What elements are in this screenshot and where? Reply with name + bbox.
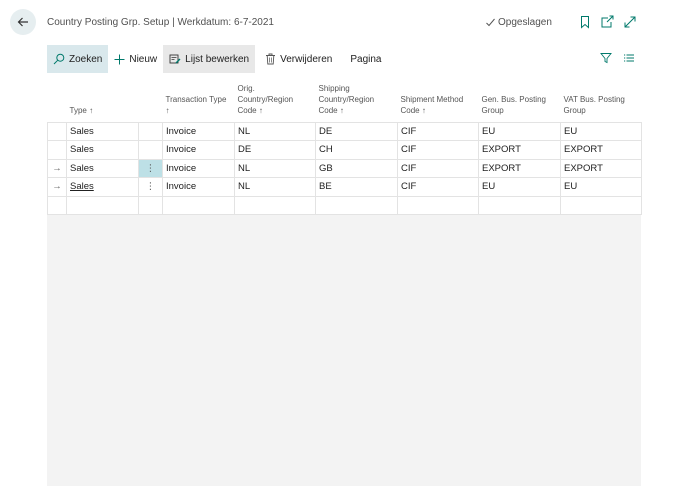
row-actions-button[interactable]: ⋮: [138, 158, 163, 178]
cell-transaction-type[interactable]: Invoice: [162, 177, 235, 197]
row-indicator: [47, 195, 67, 215]
list-view-icon[interactable]: [623, 52, 635, 64]
cell-transaction-type[interactable]: Invoice: [162, 140, 235, 160]
cell-shipment-method[interactable]: [397, 195, 479, 215]
cell-orig-country[interactable]: [234, 195, 316, 215]
column-header-shipment-method[interactable]: Shipment Method Code ↑: [398, 80, 479, 122]
row-actions-button[interactable]: [138, 140, 163, 160]
cell-type[interactable]: Sales: [66, 177, 139, 197]
cell-vat-bus-posting[interactable]: [560, 195, 642, 215]
content-background: [47, 214, 641, 486]
cell-vat-bus-posting[interactable]: EXPORT: [560, 140, 642, 160]
actions-column-header: [139, 80, 163, 122]
cell-vat-bus-posting[interactable]: EXPORT: [560, 158, 642, 178]
bookmark-icon[interactable]: [578, 15, 592, 29]
cell-gen-bus-posting[interactable]: EXPORT: [478, 140, 561, 160]
table-row[interactable]: Sales Invoice NL DE CIF EU EU: [47, 121, 642, 141]
edit-list-icon: [169, 54, 181, 64]
cell-orig-country[interactable]: NL: [234, 158, 316, 178]
trash-icon: [266, 53, 276, 65]
posting-group-table: Type ↑ Transaction Type ↑ Orig. Country/…: [47, 80, 642, 215]
search-icon: [53, 53, 65, 65]
saved-status: Opgeslagen: [485, 17, 552, 28]
indicator-column-header: [48, 80, 67, 122]
cell-shipment-method[interactable]: CIF: [397, 121, 479, 141]
action-bar: Zoeken Nieuw Lijst bewerken Verwijderen …: [47, 45, 641, 73]
cell-type[interactable]: [66, 195, 139, 215]
row-indicator: →: [47, 177, 67, 197]
row-indicator: [47, 140, 67, 160]
page-title: Country Posting Grp. Setup | Werkdatum: …: [47, 17, 274, 28]
row-actions-button[interactable]: [138, 121, 163, 141]
arrow-left-icon: [17, 17, 28, 27]
search-button[interactable]: Zoeken: [47, 45, 109, 73]
cell-type[interactable]: Sales: [66, 121, 139, 141]
expand-icon[interactable]: [623, 15, 637, 29]
column-header-gen-bus-posting[interactable]: Gen. Bus. Posting Group: [479, 80, 561, 122]
share-icon[interactable]: [600, 15, 614, 29]
checkmark-icon: [486, 18, 495, 27]
row-actions-button[interactable]: [138, 195, 163, 215]
cell-gen-bus-posting[interactable]: EU: [478, 121, 561, 141]
cell-orig-country[interactable]: DE: [234, 140, 316, 160]
cell-orig-country[interactable]: NL: [234, 177, 316, 197]
cell-transaction-type[interactable]: Invoice: [162, 121, 235, 141]
table-row[interactable]: → Sales ⋮ Invoice NL BE CIF EU EU: [47, 177, 642, 197]
cell-gen-bus-posting[interactable]: EU: [478, 177, 561, 197]
cell-gen-bus-posting[interactable]: EXPORT: [478, 158, 561, 178]
row-indicator: →: [47, 158, 67, 178]
row-indicator: [47, 121, 67, 141]
cell-shipping-country[interactable]: GB: [315, 158, 398, 178]
delete-button[interactable]: Verwijderen: [259, 45, 338, 73]
cell-shipping-country[interactable]: BE: [315, 177, 398, 197]
cell-gen-bus-posting[interactable]: [478, 195, 561, 215]
filter-icon[interactable]: [600, 52, 612, 64]
new-button[interactable]: Nieuw: [108, 45, 163, 73]
cell-vat-bus-posting[interactable]: EU: [560, 177, 642, 197]
column-header-orig-country[interactable]: Orig. Country/Region Code ↑: [235, 80, 316, 122]
column-header-type[interactable]: Type ↑: [67, 80, 139, 122]
row-actions-button[interactable]: ⋮: [138, 177, 163, 197]
table-row[interactable]: → Sales ⋮ Invoice NL GB CIF EXPORT EXPOR…: [47, 158, 642, 178]
cell-shipping-country[interactable]: CH: [315, 140, 398, 160]
new-row[interactable]: [47, 195, 642, 215]
edit-list-button[interactable]: Lijst bewerken: [163, 45, 256, 73]
cell-orig-country[interactable]: NL: [234, 121, 316, 141]
cell-shipment-method[interactable]: CIF: [397, 158, 479, 178]
column-header-vat-bus-posting[interactable]: VAT Bus. Posting Group: [561, 80, 642, 122]
saved-label: Opgeslagen: [498, 17, 552, 28]
cell-transaction-type[interactable]: Invoice: [162, 158, 235, 178]
page-menu-button[interactable]: Pagina: [344, 45, 387, 73]
plus-icon: [114, 54, 125, 64]
cell-vat-bus-posting[interactable]: EU: [560, 121, 642, 141]
cell-shipping-country[interactable]: [315, 195, 398, 215]
cell-transaction-type[interactable]: [162, 195, 235, 215]
cell-shipment-method[interactable]: CIF: [397, 177, 479, 197]
column-header-transaction-type[interactable]: Transaction Type ↑: [163, 80, 235, 122]
back-button[interactable]: [10, 9, 36, 35]
column-header-shipping-country[interactable]: Shipping Country/Region Code ↑: [316, 80, 398, 122]
table-header-row: Type ↑ Transaction Type ↑ Orig. Country/…: [48, 80, 642, 122]
cell-type[interactable]: Sales: [66, 158, 139, 178]
cell-type[interactable]: Sales: [66, 140, 139, 160]
table-row[interactable]: Sales Invoice DE CH CIF EXPORT EXPORT: [47, 140, 642, 160]
cell-shipment-method[interactable]: CIF: [397, 140, 479, 160]
cell-shipping-country[interactable]: DE: [315, 121, 398, 141]
